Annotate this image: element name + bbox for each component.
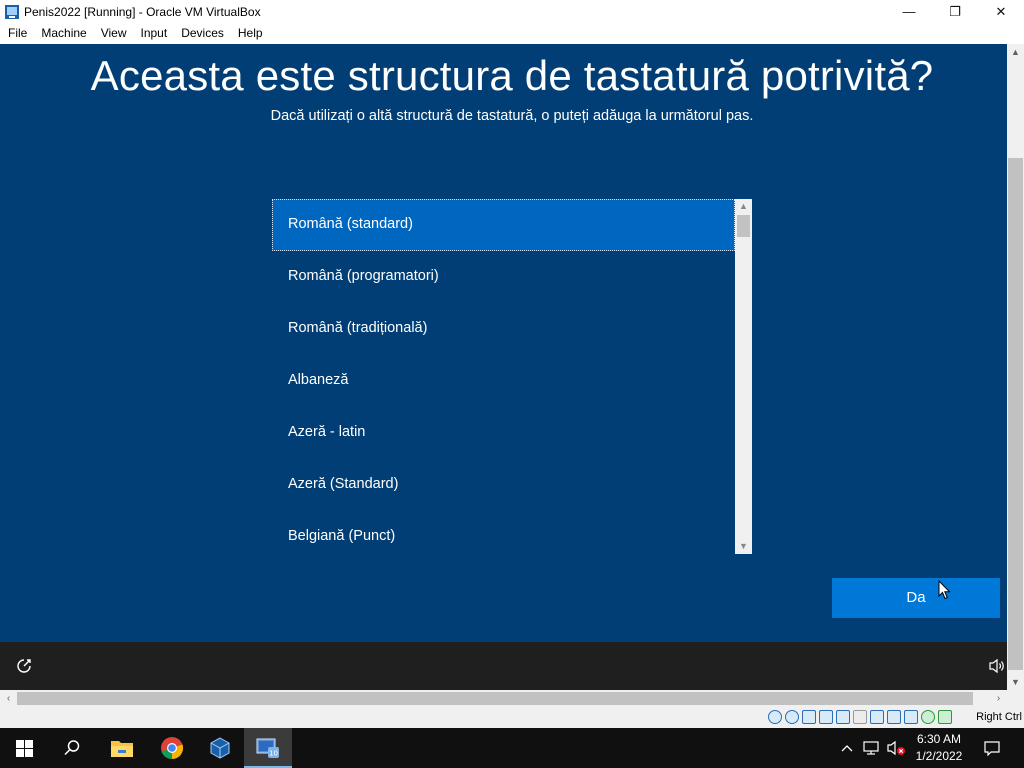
chevron-up-icon	[841, 745, 853, 752]
menu-help[interactable]: Help	[231, 23, 270, 44]
scroll-down-icon[interactable]: ▼	[735, 539, 752, 554]
windows-taskbar: 10 6:30 AM 1/2/2022	[0, 728, 1024, 768]
chrome-icon	[161, 737, 184, 760]
menu-file[interactable]: File	[0, 23, 34, 44]
chrome-button[interactable]	[148, 728, 196, 768]
menu-devices[interactable]: Devices	[174, 23, 231, 44]
network-icon[interactable]	[819, 710, 833, 724]
optical-drive-icon[interactable]	[785, 710, 799, 724]
show-hidden-icons-button[interactable]	[838, 728, 856, 768]
menu-input[interactable]: Input	[134, 23, 175, 44]
cpu-icon[interactable]	[904, 710, 918, 724]
clock-date: 1/2/2022	[915, 749, 963, 763]
scroll-down-icon[interactable]: ▼	[1007, 674, 1024, 690]
close-button[interactable]: ✕	[978, 0, 1024, 23]
keyboard-icon[interactable]	[938, 710, 952, 724]
network-icon	[863, 741, 879, 755]
mouse-cursor-icon	[938, 580, 951, 600]
file-explorer-icon	[111, 741, 133, 757]
svg-text:10: 10	[269, 750, 278, 758]
scroll-up-icon[interactable]: ▲	[1007, 44, 1024, 60]
list-scrollbar[interactable]: ▲ ▼	[735, 199, 752, 554]
minimize-button[interactable]: —	[886, 0, 932, 23]
list-item[interactable]: Română (programatori)	[272, 251, 735, 303]
yes-button[interactable]: Da	[832, 578, 1000, 618]
start-icon	[15, 739, 33, 757]
network-tray-button[interactable]	[860, 728, 882, 768]
virtualbox-vm-icon: 10	[256, 738, 279, 758]
menu-view[interactable]: View	[94, 23, 134, 44]
menu-machine[interactable]: Machine	[34, 23, 93, 44]
scrollbar-corner	[1007, 690, 1024, 707]
vertical-scrollbar[interactable]: ▲ ▼	[1007, 44, 1024, 690]
virtualbox-vm-button[interactable]: 10	[244, 728, 292, 768]
search-icon	[64, 740, 80, 756]
start-button[interactable]	[0, 728, 48, 768]
mouse-integration-icon[interactable]	[921, 710, 935, 724]
maximize-button[interactable]: ❐	[932, 0, 978, 23]
shared-folders-icon[interactable]	[853, 710, 867, 724]
horizontal-scrollbar[interactable]: ‹ ›	[0, 690, 1007, 707]
list-item[interactable]: Română (tradițională)	[272, 303, 735, 355]
scroll-up-icon[interactable]: ▲	[735, 199, 752, 214]
taskbar-clock[interactable]: 6:30 AM 1/2/2022	[910, 731, 968, 765]
menu-bar: File Machine View Input Devices Help	[0, 23, 1024, 44]
window-title: Penis2022 [Running] - Oracle VM VirtualB…	[24, 4, 261, 19]
search-button[interactable]	[48, 728, 96, 768]
oobe-bottom-bar	[0, 642, 1007, 690]
volume-tray-button[interactable]	[884, 728, 908, 768]
host-key-label: Right Ctrl	[976, 711, 1022, 723]
horizontal-scroll-thumb[interactable]	[17, 692, 973, 705]
vertical-scroll-thumb[interactable]	[1008, 158, 1023, 670]
keyboard-layout-list[interactable]: Română (standard) Română (programatori) …	[272, 199, 752, 554]
audio-icon[interactable]	[802, 710, 816, 724]
list-item[interactable]: Albaneză	[272, 355, 735, 407]
file-explorer-button[interactable]	[98, 728, 146, 768]
virtualbox-app-icon	[5, 4, 19, 19]
volume-muted-icon	[887, 740, 905, 756]
notification-icon	[984, 741, 1000, 756]
action-center-button[interactable]	[978, 728, 1006, 768]
virtualbox-manager-icon	[210, 737, 230, 759]
vm-display[interactable]: Aceasta este structura de tastatură potr…	[0, 44, 1007, 642]
page-subtitle: Dacă utilizați o altă structură de tasta…	[270, 108, 754, 124]
vbox-status-bar: Right Ctrl	[0, 707, 1024, 728]
volume-icon[interactable]	[988, 658, 1006, 674]
list-item[interactable]: Belgiană (Punct)	[272, 511, 735, 554]
usb-icon[interactable]	[836, 710, 850, 724]
scroll-right-icon[interactable]: ›	[990, 690, 1007, 707]
list-item[interactable]: Română (standard)	[272, 199, 735, 251]
display-icon[interactable]	[870, 710, 884, 724]
video-capture-icon[interactable]	[887, 710, 901, 724]
page-title: Aceasta este structura de tastatură potr…	[90, 52, 934, 99]
ease-of-access-icon[interactable]	[15, 657, 33, 675]
window-titlebar: Penis2022 [Running] - Oracle VM VirtualB…	[0, 0, 1024, 23]
list-item[interactable]: Azeră (Standard)	[272, 459, 735, 511]
clock-time: 6:30 AM	[916, 732, 962, 746]
scroll-left-icon[interactable]: ‹	[0, 690, 17, 707]
virtualbox-manager-button[interactable]	[196, 728, 244, 768]
list-item[interactable]: Azeră - latin	[272, 407, 735, 459]
list-scroll-thumb[interactable]	[737, 215, 750, 237]
hard-disk-icon[interactable]	[768, 710, 782, 724]
